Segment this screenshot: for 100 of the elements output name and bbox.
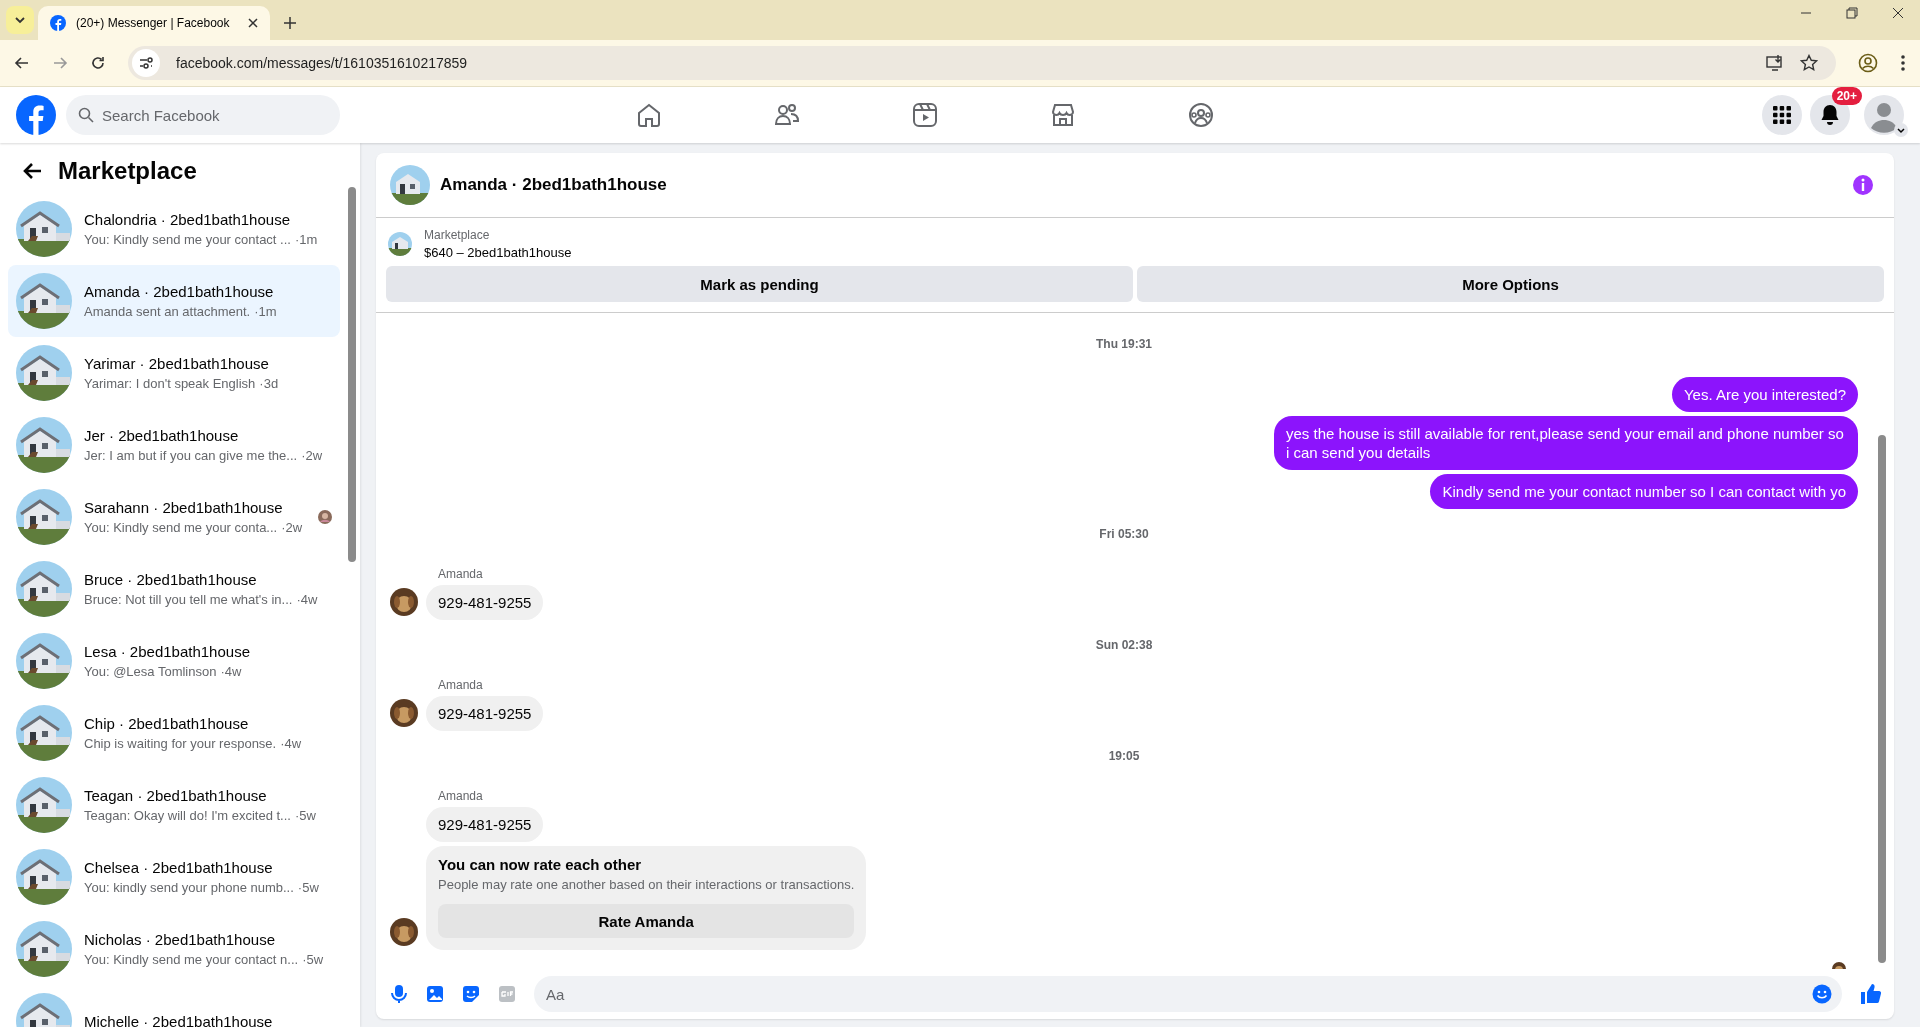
conversation-item[interactable]: Bruce · 2bed1bath1house Bruce: Not till you tell me what's in... ·4w	[8, 553, 340, 625]
conversation-name: Jer · 2bed1bath1house	[84, 427, 240, 444]
back-arrow-icon[interactable]	[22, 162, 42, 180]
conversation-item[interactable]: Chalondria · 2bed1bath1house You: Kindly send me your contact ... ·1m	[8, 193, 340, 265]
home-icon[interactable]	[636, 102, 662, 128]
conversation-item[interactable]: Amanda · 2bed1bath1house Amanda sent an attachment. ·1m	[8, 265, 340, 337]
site-settings-icon[interactable]	[132, 49, 160, 77]
message-preview: You: kindly send your phone numb...	[84, 880, 294, 895]
groups-icon[interactable]	[1188, 102, 1214, 128]
sent-message: yes the house is still available for rent,please send your email and phone number so i can send you details	[1274, 416, 1858, 470]
sender-name: Amanda	[437, 678, 483, 692]
conversation-item[interactable]: Yarimar · 2bed1bath1house Yarimar: I don't speak English ·3d	[8, 337, 340, 409]
friends-icon[interactable]	[774, 102, 800, 128]
image-icon[interactable]	[426, 985, 444, 1003]
back-icon[interactable]	[14, 55, 30, 71]
listing-title: $640 – 2bed1bath1house	[424, 245, 572, 260]
microphone-icon[interactable]	[390, 984, 408, 1004]
sent-message: Yes. Are you interested?	[1671, 377, 1858, 412]
sender-name: Amanda	[437, 567, 483, 581]
close-icon[interactable]	[1892, 7, 1904, 19]
video-icon[interactable]	[912, 102, 938, 128]
restore-icon[interactable]	[1846, 7, 1858, 19]
message-preview: Jer: I am but if you can give me the...	[84, 448, 298, 463]
browser-tab[interactable]: (20+) Messenger | Facebook	[38, 6, 270, 40]
timestamp: Sun 02:38	[1095, 638, 1153, 652]
bookmark-star-icon[interactable]	[1800, 54, 1818, 72]
install-app-icon[interactable]	[1766, 54, 1784, 72]
action-button[interactable]: More Options	[1137, 266, 1884, 302]
message-preview: You: Kindly send me your contact ...	[84, 232, 291, 247]
close-icon[interactable]	[248, 18, 258, 28]
message-time: ·4w	[280, 736, 302, 751]
sender-name: Amanda	[437, 789, 483, 803]
rating-title: You can now rate each other	[438, 856, 643, 873]
url-text: facebook.com/messages/t/1610351610217859	[176, 55, 469, 71]
grid-icon	[1772, 105, 1792, 125]
conversation-item[interactable]: Sarahann · 2bed1bath1house You: Kindly send me your conta... ·2w	[8, 481, 340, 553]
shop-icon[interactable]	[1050, 102, 1076, 128]
rating-text: People may rate one another based on their interactions or transactions.	[438, 877, 855, 892]
message-preview: You: Kindly send me your conta...	[84, 520, 278, 535]
conversation-name: Chelsea · 2bed1bath1house	[84, 859, 274, 876]
message-time: ·3d	[259, 376, 279, 391]
notification-badge: 20+	[1831, 87, 1862, 105]
received-message: 929-481-9255	[426, 585, 544, 620]
message-time: ·4w	[296, 592, 318, 607]
sticker-icon[interactable]	[462, 985, 480, 1003]
received-message: 929-481-9255	[426, 696, 544, 731]
facebook-logo-icon[interactable]	[16, 95, 56, 135]
avatar-icon	[1864, 95, 1904, 135]
conversation-item[interactable]: Jer · 2bed1bath1house Jer: I am but if you can give me the... ·2w	[8, 409, 340, 481]
thumbs-up-icon[interactable]	[1860, 983, 1882, 1005]
message-preview: Chip is waiting for your response.	[84, 736, 277, 751]
conversation-item[interactable]: Chip · 2bed1bath1house Chip is waiting for your response. ·4w	[8, 697, 340, 769]
tab-list-button[interactable]	[6, 6, 34, 34]
conversation-item[interactable]: Nicholas · 2bed1bath1house You: Kindly send me your contact n... ·5w	[8, 913, 340, 985]
menu-icon[interactable]	[1900, 54, 1906, 72]
sidebar-title: Marketplace	[58, 157, 197, 185]
conversation-item[interactable]: Teagan · 2bed1bath1house Teagan: Okay will do! I'm excited t... ·5w	[8, 769, 340, 841]
conversation-item[interactable]: Michelle · 2bed1bath1house	[8, 985, 340, 1027]
listing-label: Marketplace	[424, 228, 491, 242]
action-button[interactable]: Mark as pending	[386, 266, 1133, 302]
message-time: ·5w	[294, 808, 316, 823]
address-bar[interactable]: facebook.com/messages/t/1610351610217859	[128, 46, 1836, 80]
conversation-name: Bruce · 2bed1bath1house	[84, 571, 258, 588]
message-time: ·2w	[281, 520, 303, 535]
conversation-item[interactable]: Chelsea · 2bed1bath1house You: kindly send your phone numb... ·5w	[8, 841, 340, 913]
facebook-logo-icon	[50, 15, 66, 31]
message-preview: Amanda sent an attachment.	[84, 304, 251, 319]
sent-message: Kindly send me your contact number so I can contact with yo	[1430, 474, 1858, 509]
message-preview: Teagan: Okay will do! I'm excited t...	[84, 808, 291, 823]
emoji-icon[interactable]	[1812, 984, 1832, 1004]
received-message: 929-481-9255	[426, 807, 544, 842]
scrollbar[interactable]	[348, 187, 356, 562]
message-time: ·5w	[297, 880, 319, 895]
conversation-item[interactable]: Lesa · 2bed1bath1house You: @Lesa Tomlinson ·4w	[8, 625, 340, 697]
info-icon[interactable]	[1852, 174, 1874, 196]
message-time: ·4w	[220, 664, 242, 679]
message-preview: Bruce: Not till you tell me what's in...	[84, 592, 293, 607]
conversation-name: Yarimar · 2bed1bath1house	[84, 355, 270, 372]
tab-title: (20+) Messenger | Facebook	[76, 16, 231, 30]
rate-button[interactable]: Rate Amanda	[438, 904, 855, 938]
profile-icon[interactable]	[1858, 53, 1878, 73]
message-field[interactable]: Aa	[534, 976, 1842, 1012]
chevron-down-icon	[1894, 123, 1908, 137]
bell-icon	[1820, 104, 1840, 126]
timestamp: Thu 19:31	[1096, 337, 1152, 351]
forward-icon[interactable]	[52, 55, 68, 71]
message-preview: You: Kindly send me your contact n...	[84, 952, 299, 967]
chat-title: Amanda · 2bed1bath1house	[440, 175, 667, 195]
message-preview: You: @Lesa Tomlinson	[84, 664, 217, 679]
message-time: ·5w	[302, 952, 324, 967]
search-field[interactable]: Search Facebook	[66, 95, 340, 135]
conversation-name: Amanda · 2bed1bath1house	[84, 283, 275, 300]
message-preview: Yarimar: I don't speak English	[84, 376, 256, 391]
reload-icon[interactable]	[90, 55, 106, 71]
timestamp: 19:05	[1108, 749, 1140, 763]
conversation-name: Nicholas · 2bed1bath1house	[84, 931, 276, 948]
menu-button[interactable]	[1762, 95, 1802, 135]
new-tab-icon[interactable]	[284, 17, 296, 29]
conversation-name: Michelle · 2bed1bath1house	[84, 1012, 274, 1027]
conversation-name: Teagan · 2bed1bath1house	[84, 787, 268, 804]
